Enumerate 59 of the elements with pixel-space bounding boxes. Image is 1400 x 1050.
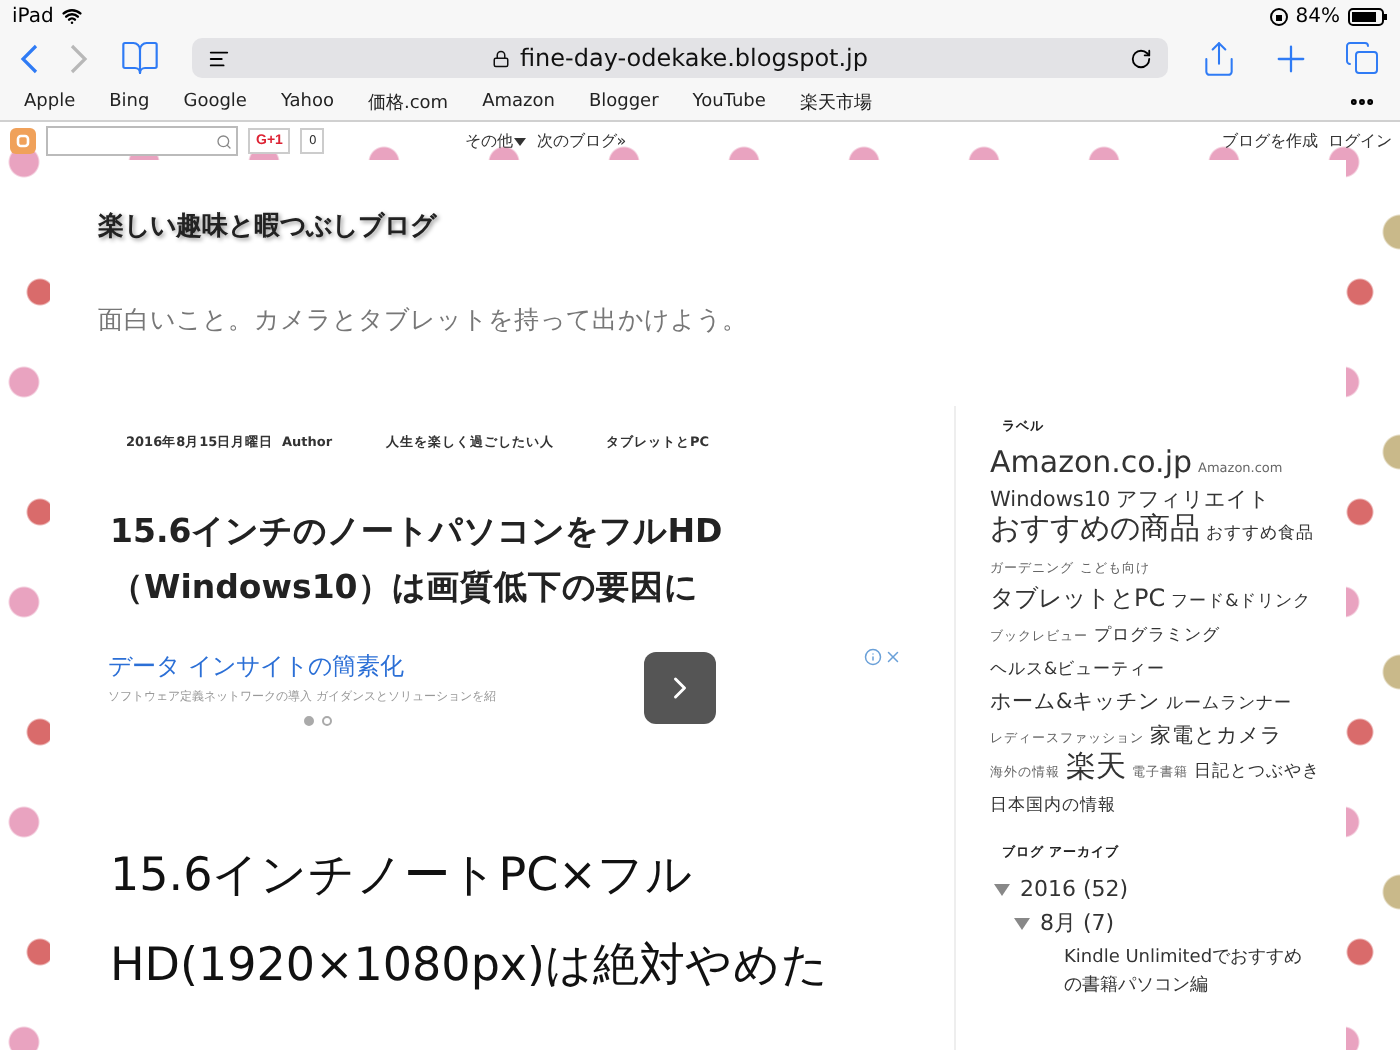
post-title[interactable]: 15.6インチのノートパソコンをフルHD（Windows10）は画質低下の要因に bbox=[110, 504, 790, 616]
archive-link[interactable]: Kindle Unlimitedでおすすめの書籍パソコン編 bbox=[1034, 944, 1314, 1000]
carousel-dot[interactable] bbox=[322, 716, 332, 726]
blog-title[interactable]: 楽しい趣味と暇つぶしブログ bbox=[98, 208, 1346, 244]
rotation-lock-icon bbox=[1269, 7, 1288, 25]
label-link[interactable]: ヘルス&ビューティー bbox=[990, 656, 1166, 684]
blogger-logo-icon bbox=[10, 128, 36, 154]
label-link[interactable]: Windows10 bbox=[990, 486, 1111, 514]
label-link[interactable]: 日記とつぶやき bbox=[1194, 758, 1320, 786]
favorite-link[interactable]: Amazon bbox=[482, 92, 555, 112]
favorite-link[interactable]: Blogger bbox=[588, 92, 659, 112]
label-link[interactable]: Amazon.co.jp bbox=[990, 448, 1193, 476]
battery-icon bbox=[1348, 7, 1388, 25]
close-icon[interactable] bbox=[884, 648, 902, 666]
label-link[interactable]: ルームランナー bbox=[1166, 690, 1293, 718]
address-bar[interactable]: fine-day-odekake.blogspot.jp bbox=[192, 38, 1168, 78]
label-link[interactable]: タブレットとPC bbox=[990, 584, 1166, 612]
bookmarks-button[interactable] bbox=[120, 38, 160, 78]
label-link[interactable]: 楽天 bbox=[1066, 752, 1126, 780]
ad-headline[interactable]: データ インサイトの簡素化 bbox=[108, 650, 628, 684]
favorite-link[interactable]: Bing bbox=[109, 92, 150, 112]
article-heading: 15.6インチノートPC×フルHD(1920×1080px)は絶対やめた bbox=[110, 848, 832, 996]
favorite-link[interactable]: 価格.com bbox=[367, 89, 449, 115]
next-blog-link[interactable]: 次のブログ» bbox=[536, 130, 627, 152]
create-blog-link[interactable]: ブログを作成 bbox=[1222, 130, 1318, 152]
favorite-link[interactable]: Google bbox=[183, 92, 247, 112]
search-field[interactable] bbox=[46, 126, 238, 156]
label-link[interactable]: おすすめの商品 bbox=[990, 514, 1200, 542]
login-link[interactable]: ログイン bbox=[1328, 130, 1392, 152]
ad-next-button[interactable] bbox=[644, 652, 716, 724]
blog-tagline: 面白いこと。カメラとタブレットを持って出かけよう。 bbox=[98, 304, 750, 338]
favorite-link[interactable]: Yahoo bbox=[280, 92, 334, 112]
lock-icon bbox=[491, 49, 510, 67]
label-link[interactable]: 家電とカメラ bbox=[1150, 722, 1282, 750]
label-link[interactable]: フード&ドリンク bbox=[1171, 588, 1311, 616]
reader-icon[interactable] bbox=[208, 47, 230, 69]
wifi-icon bbox=[61, 6, 82, 26]
share-button[interactable] bbox=[1200, 39, 1238, 77]
more-menu[interactable]: その他 bbox=[464, 130, 527, 152]
favorite-link[interactable]: Apple bbox=[24, 92, 76, 112]
battery-percent: 84% bbox=[1295, 5, 1340, 27]
favorite-link[interactable]: YouTube bbox=[692, 92, 766, 112]
tabs-button[interactable] bbox=[1344, 40, 1380, 76]
label-link[interactable]: プログラミング bbox=[1094, 622, 1220, 650]
back-button[interactable] bbox=[20, 43, 38, 73]
archive-link[interactable]: 2016 (52) bbox=[1020, 876, 1129, 904]
label-link[interactable]: アフィリエイト bbox=[1116, 486, 1271, 514]
device-name: iPad bbox=[12, 5, 54, 27]
label-link[interactable]: おすすめ食品 bbox=[1206, 520, 1314, 548]
carousel-dot[interactable] bbox=[304, 716, 314, 726]
archive-link[interactable]: 8月 (7) bbox=[1040, 910, 1115, 938]
favorite-link[interactable]: 楽天市場 bbox=[799, 89, 872, 115]
label-link[interactable]: 日本国内の情報 bbox=[990, 792, 1116, 820]
info-icon[interactable] bbox=[864, 648, 882, 666]
reload-icon[interactable] bbox=[1130, 47, 1152, 69]
label-link[interactable]: ホーム&キッチン bbox=[990, 688, 1161, 716]
search-icon[interactable] bbox=[216, 133, 232, 149]
caret-icon[interactable] bbox=[514, 137, 527, 145]
url-text: fine-day-odekake.blogspot.jp bbox=[519, 44, 869, 72]
